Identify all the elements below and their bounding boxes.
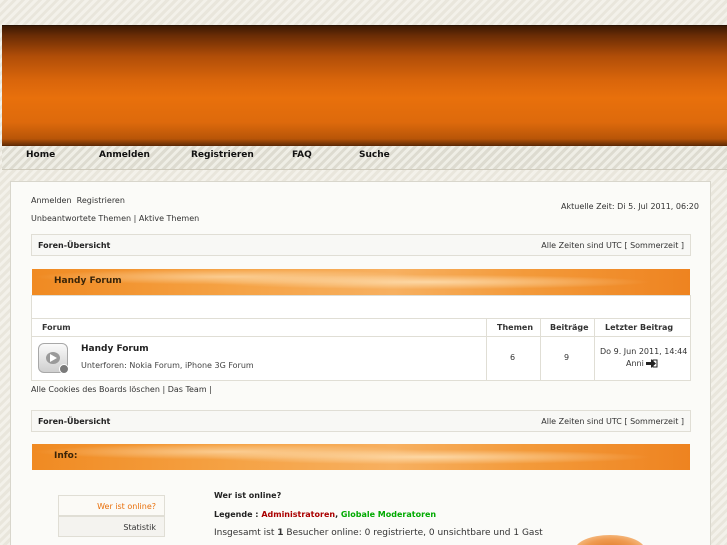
current-time: Aktuelle Zeit: Di 5. Jul 2011, 06:20 — [561, 202, 699, 211]
legend: Legende : Administratoren, Globale Moder… — [214, 510, 436, 519]
tab-statistics[interactable]: Statistik — [58, 516, 165, 537]
category-title[interactable]: Handy Forum — [54, 276, 122, 286]
topics-count: 6 — [510, 353, 516, 362]
nav-login-link[interactable]: Anmelden — [99, 150, 150, 160]
main-navbar: Home Anmelden Registrieren FAQ Suche — [2, 146, 727, 170]
nav-faq-link[interactable]: FAQ — [292, 150, 312, 160]
info-panel: Wer ist online? Statistik Wer ist online… — [31, 470, 691, 545]
header-banner — [2, 25, 727, 146]
legend-separator: , — [335, 510, 339, 519]
online-users-prefix: Insgesamt ist — [214, 528, 275, 538]
main-content: Anmelden Registrieren Unbeantwortete The… — [10, 181, 711, 545]
category-header: Handy Forum — [32, 269, 690, 295]
info-header: Info: — [32, 444, 690, 470]
header-last-post: Letzter Beitrag — [605, 323, 674, 332]
footer-links[interactable]: Alle Cookies des Boards löschen | Das Te… — [31, 385, 212, 394]
last-post-date: Do 9. Jun 2011, 14:44 — [600, 347, 688, 356]
legend-moderators[interactable]: Globale Moderatoren — [341, 510, 436, 519]
last-post-author-link[interactable]: Anni — [626, 359, 644, 368]
forum-title-link[interactable]: Handy Forum — [81, 344, 149, 354]
breadcrumb-index-link-bottom[interactable]: Foren-Übersicht — [38, 417, 110, 426]
login-link[interactable]: Anmelden — [31, 196, 72, 205]
register-link[interactable]: Registrieren — [77, 196, 125, 205]
online-heading: Wer ist online? — [214, 491, 282, 500]
nav-register-link[interactable]: Registrieren — [191, 150, 254, 160]
header-topics: Themen — [497, 323, 534, 332]
legend-admins[interactable]: Administratoren — [261, 510, 335, 519]
breadcrumb-index-link[interactable]: Foren-Übersicht — [38, 241, 110, 250]
forum-table: Forum Themen Beiträge Letzter Beitrag Ha… — [31, 295, 691, 381]
quick-links[interactable]: Unbeantwortete Themen | Aktive Themen — [31, 214, 199, 223]
online-users-count: 1 — [277, 528, 284, 538]
tab-who-is-online[interactable]: Wer ist online? — [58, 495, 165, 516]
nav-home-link[interactable]: Home — [26, 150, 55, 160]
info-title: Info: — [54, 451, 78, 461]
last-post-user: Anni — [626, 359, 658, 368]
top-strip — [0, 0, 727, 25]
view-last-post-icon[interactable] — [646, 359, 658, 368]
timezone-info[interactable]: Alle Zeiten sind UTC [ Sommerzeit ] — [541, 241, 684, 250]
header-posts: Beiträge — [550, 323, 589, 332]
forum-read-icon — [38, 343, 69, 374]
subforums-list[interactable]: Unterforen: Nokia Forum, iPhone 3G Forum — [81, 361, 254, 370]
legend-label: Legende : — [214, 510, 259, 519]
posts-count: 9 — [564, 353, 570, 362]
breadcrumb-bar-top: Foren-Übersicht Alle Zeiten sind UTC [ S… — [31, 234, 691, 256]
user-links: Anmelden Registrieren — [31, 196, 125, 205]
online-users-summary: Insgesamt ist 1 Besucher online: 0 regis… — [214, 528, 543, 538]
timezone-info-bottom[interactable]: Alle Zeiten sind UTC [ Sommerzeit ] — [541, 417, 684, 426]
nav-search-link[interactable]: Suche — [359, 150, 390, 160]
header-forum: Forum — [42, 323, 71, 332]
online-users-suffix: Besucher online: 0 registrierte, 0 unsic… — [286, 528, 543, 538]
breadcrumb-bar-bottom: Foren-Übersicht Alle Zeiten sind UTC [ S… — [31, 410, 691, 432]
